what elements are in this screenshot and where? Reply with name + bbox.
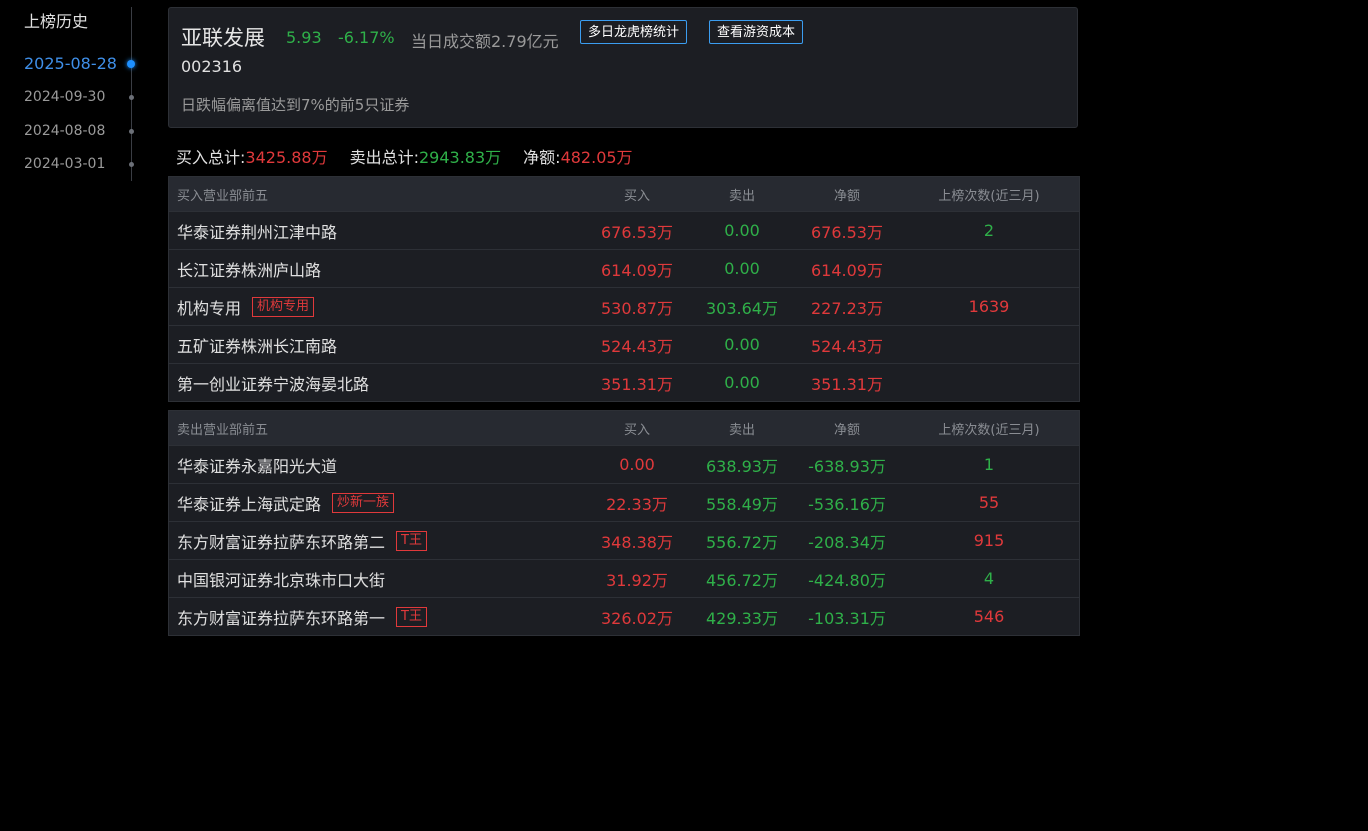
buy-total-value: 3425.88万 — [245, 148, 328, 167]
net-amount: 227.23万 — [811, 298, 883, 318]
timeline-date: 2024-03-01 — [24, 156, 106, 172]
listing-count: 4 — [983, 569, 995, 588]
view-cost-button[interactable]: 查看游资成本 — [709, 20, 804, 44]
broker-name: 东方财富证券拉萨东环路第一 T王 — [177, 598, 427, 635]
broker-tag: T王 — [396, 606, 427, 627]
listing-count: 2 — [983, 221, 995, 240]
broker-name: 五矿证券株洲长江南路 — [177, 336, 338, 356]
sell-top5-table: 卖出营业部前五 买入 卖出 净额 上榜次数(近三月) 华泰证券永嘉阳光大道 0.… — [168, 410, 1080, 636]
stock-price: 5.93 — [286, 28, 322, 47]
net-total-value: 482.05万 — [560, 148, 633, 167]
broker-name: 华泰证券荆州江津中路 — [177, 222, 338, 242]
timeline-dot-icon — [129, 129, 134, 134]
broker-name: 机构专用 机构专用 — [177, 288, 315, 325]
listing-count: 55 — [978, 493, 1000, 512]
table-row[interactable]: 东方财富证券拉萨东环路第二 T王 348.38万 556.72万 -208.34万… — [169, 521, 1079, 559]
net-amount: -638.93万 — [808, 456, 886, 476]
totals-bar: 买入总计:3425.88万 卖出总计:2943.83万 净额:482.05万 — [176, 144, 633, 168]
table-row[interactable]: 华泰证券上海武定路 炒新一族 22.33万 558.49万 -536.16万 55 — [169, 483, 1079, 521]
listing-count: 1639 — [968, 297, 1010, 316]
table-row[interactable]: 五矿证券株洲长江南路 524.43万 0.00 524.43万 — [169, 325, 1079, 363]
broker-name: 第一创业证券宁波海晏北路 — [177, 374, 370, 394]
stock-turnover: 当日成交额2.79亿元 — [411, 32, 559, 51]
listing-count — [914, 364, 1064, 401]
header-count: 上榜次数(近三月) — [938, 188, 1040, 204]
net-amount: 676.53万 — [811, 222, 883, 242]
stock-code: 002316 — [181, 57, 243, 76]
broker-name: 中国银河证券北京珠市口大街 — [177, 570, 386, 590]
stock-header-card: 亚联发展 5.93 -6.17% 当日成交额2.79亿元 多日龙虎榜统计 查看游… — [168, 7, 1078, 128]
history-panel: 上榜历史 2025-08-28 2024-09-30 2024-08-08 20… — [0, 0, 140, 190]
buy-total-label: 买入总计: — [176, 148, 246, 167]
table-row[interactable]: 第一创业证券宁波海晏北路 351.31万 0.00 351.31万 — [169, 363, 1079, 401]
net-amount: 351.31万 — [811, 374, 883, 394]
timeline-dot-icon — [129, 162, 134, 167]
timeline-date: 2024-08-08 — [24, 123, 106, 139]
table-header: 买入营业部前五 买入 卖出 净额 上榜次数(近三月) — [169, 177, 1079, 211]
buy-top5-table: 买入营业部前五 买入 卖出 净额 上榜次数(近三月) 华泰证券荆州江津中路 67… — [168, 176, 1080, 402]
net-total-label: 净额: — [523, 148, 561, 167]
stock-change: -6.17% — [338, 28, 395, 47]
timeline-date: 2024-09-30 — [24, 89, 106, 105]
timeline-item-2024-08-08[interactable]: 2024-08-08 — [24, 121, 136, 143]
timeline-dot-icon — [127, 60, 135, 68]
table-row[interactable]: 华泰证券荆州江津中路 676.53万 0.00 676.53万 2 — [169, 211, 1079, 249]
timeline-item-2024-03-01[interactable]: 2024-03-01 — [24, 154, 136, 176]
broker-name: 长江证券株洲庐山路 — [177, 260, 322, 280]
broker-name: 东方财富证券拉萨东环路第二 T王 — [177, 522, 427, 559]
listing-reason: 日跌幅偏离值达到7%的前5只证券 — [181, 96, 410, 114]
sell-total-value: 2943.83万 — [418, 148, 502, 167]
timeline-date: 2025-08-28 — [24, 54, 117, 73]
net-amount: -103.31万 — [808, 608, 886, 628]
listing-count: 915 — [973, 531, 1005, 550]
broker-tag: 机构专用 — [252, 296, 315, 317]
header-net: 净额 — [833, 422, 860, 438]
broker-name: 华泰证券永嘉阳光大道 — [177, 456, 338, 476]
lhb-page: 上榜历史 2025-08-28 2024-09-30 2024-08-08 20… — [0, 0, 1368, 831]
broker-tag: 炒新一族 — [332, 492, 395, 513]
timeline-dot-icon — [129, 95, 134, 100]
table-header: 卖出营业部前五 买入 卖出 净额 上榜次数(近三月) — [169, 411, 1079, 445]
timeline-item-2024-09-30[interactable]: 2024-09-30 — [24, 87, 136, 109]
header-net: 净额 — [833, 188, 860, 204]
listing-count: 1 — [983, 455, 995, 474]
broker-tag: T王 — [396, 530, 427, 551]
net-amount: -208.34万 — [808, 532, 886, 552]
header-broker: 卖出营业部前五 — [177, 422, 269, 438]
net-amount: 524.43万 — [811, 336, 883, 356]
multi-day-stats-button[interactable]: 多日龙虎榜统计 — [580, 20, 688, 44]
sell-total-label: 卖出总计: — [349, 148, 419, 167]
broker-name: 华泰证券上海武定路 炒新一族 — [177, 484, 395, 521]
history-title: 上榜历史 — [24, 12, 89, 31]
table-row[interactable]: 华泰证券永嘉阳光大道 0.00 638.93万 -638.93万 1 — [169, 445, 1079, 483]
header-broker: 买入营业部前五 — [177, 188, 269, 204]
stock-name: 亚联发展 — [181, 26, 265, 50]
table-row[interactable]: 中国银河证券北京珠市口大街 31.92万 456.72万 -424.80万 4 — [169, 559, 1079, 597]
listing-count — [914, 326, 1064, 363]
listing-count — [914, 250, 1064, 287]
timeline-item-2025-08-28[interactable]: 2025-08-28 — [24, 54, 136, 76]
listing-count: 546 — [973, 607, 1005, 626]
table-row[interactable]: 长江证券株洲庐山路 614.09万 0.00 614.09万 — [169, 249, 1079, 287]
table-row[interactable]: 机构专用 机构专用 530.87万 303.64万 227.23万 1639 — [169, 287, 1079, 325]
net-amount: 614.09万 — [811, 260, 883, 280]
net-amount: -424.80万 — [808, 570, 886, 590]
net-amount: -536.16万 — [808, 494, 886, 514]
header-count: 上榜次数(近三月) — [938, 422, 1040, 438]
table-row[interactable]: 东方财富证券拉萨东环路第一 T王 326.02万 429.33万 -103.31万… — [169, 597, 1079, 635]
